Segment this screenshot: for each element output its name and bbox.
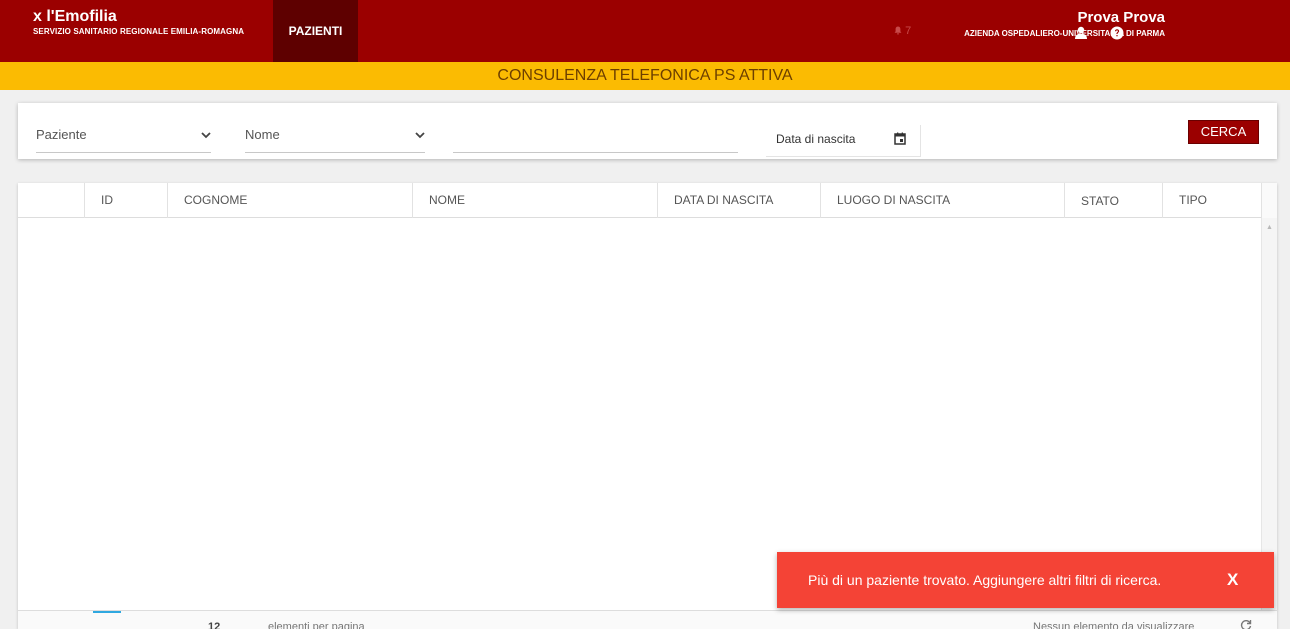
user-organization: AZIENDA OSPEDALIERO-UNIVERSITARIA DI PAR… [964, 29, 1165, 38]
table-header: ID COGNOME NOME DATA DI NASCITA LUOGO DI… [18, 183, 1261, 218]
notifications[interactable]: 7 [894, 25, 911, 37]
birthdate-field[interactable]: Data di nascita [766, 125, 921, 157]
error-toast: Più di un paziente trovato. Aggiungere a… [777, 552, 1274, 608]
brand[interactable]: x l'Emofilia SERVIZIO SANITARIO REGIONAL… [33, 8, 244, 38]
page-size-label: elementi per pagina [268, 621, 365, 629]
page-size-value[interactable]: 12 [208, 621, 220, 629]
bell-icon [894, 26, 902, 35]
user-info: Prova Prova AZIENDA OSPEDALIERO-UNIVERSI… [964, 10, 1165, 42]
search-input[interactable] [453, 121, 738, 153]
brand-title: x l'Emofilia [33, 8, 117, 25]
top-header: x l'Emofilia SERVIZIO SANITARIO REGIONAL… [0, 0, 1290, 62]
pager-indicator [93, 611, 121, 613]
nome-select[interactable]: Nome [245, 121, 425, 153]
scroll-up-icon[interactable]: ▲ [1266, 224, 1273, 231]
column-header-luogo-nascita[interactable]: LUOGO DI NASCITA [820, 183, 1064, 218]
scroll-header-spacer [1261, 183, 1277, 218]
column-header-select [18, 183, 84, 218]
help-icon[interactable] [1110, 26, 1124, 40]
column-header-data-nascita[interactable]: DATA DI NASCITA [657, 183, 820, 218]
paziente-select[interactable]: Paziente [36, 121, 211, 153]
search-button[interactable]: CERCA [1188, 120, 1259, 144]
column-header-stato[interactable]: STATO [1064, 183, 1162, 218]
status-banner: CONSULENZA TELEFONICA PS ATTIVA [0, 62, 1290, 90]
calendar-icon[interactable] [894, 132, 906, 145]
column-header-id[interactable]: ID [84, 183, 167, 218]
pager-status: Nessun elemento da visualizzare [1033, 621, 1195, 629]
user-icon[interactable] [1074, 26, 1088, 40]
user-name: Prova Prova [1077, 9, 1165, 26]
nav-pazienti[interactable]: PAZIENTI [273, 0, 358, 62]
column-header-tipo[interactable]: TIPO [1162, 183, 1261, 218]
paziente-select-value: Paziente [36, 127, 87, 142]
nome-select-value: Nome [245, 127, 280, 142]
notification-count: 7 [905, 25, 912, 37]
brand-subtitle: SERVIZIO SANITARIO REGIONALE EMILIA-ROMA… [33, 27, 245, 36]
column-header-cognome[interactable]: COGNOME [167, 183, 412, 218]
birthdate-label: Data di nascita [776, 132, 856, 146]
refresh-icon[interactable] [1240, 619, 1252, 629]
chevron-down-icon [415, 132, 425, 139]
toast-close-button[interactable]: X [1227, 552, 1238, 608]
column-header-nome[interactable]: NOME [412, 183, 657, 218]
search-filters: Paziente Nome Data di nascita CERCA [18, 103, 1277, 159]
chevron-down-icon [201, 132, 211, 139]
table-pager: 12 elementi per pagina Nessun elemento d… [18, 610, 1277, 629]
toast-message: Più di un paziente trovato. Aggiungere a… [808, 572, 1162, 588]
